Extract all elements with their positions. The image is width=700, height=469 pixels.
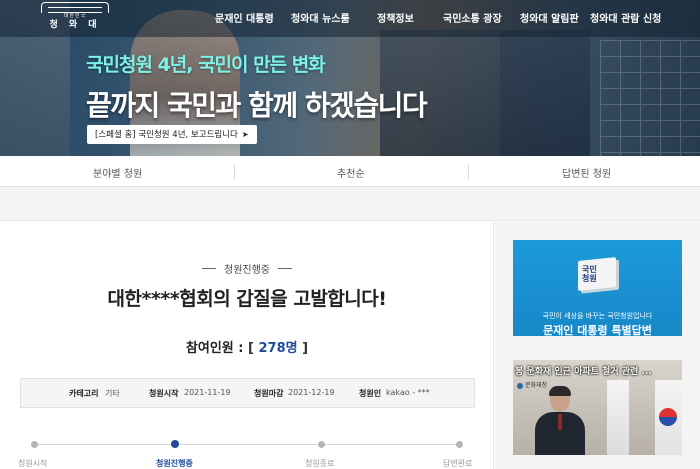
petition-tabs: 분야별 청원 추천순 답변된 청원 (0, 156, 700, 187)
special-home-button[interactable]: [스페셜 홈] 국민청원 4년, 보고드립니다 ➤ (87, 125, 257, 144)
tab-divider (468, 164, 469, 180)
status-dash (202, 268, 216, 269)
status-text: 청원진행중 (224, 265, 270, 276)
speaker-hair (549, 386, 571, 396)
progress-dot (31, 441, 38, 448)
nav-item-policy[interactable]: 정책정보 (377, 10, 414, 25)
end-date-label: 청원마감 (254, 389, 284, 398)
category-label: 카테고리 (69, 389, 99, 398)
hero-banner: 대한민국 청 와 대 문재인 대통령 청와대 뉴스룸 정책정보 국민소통 광장 … (0, 0, 700, 156)
petition-progress: 청원시작 청원진행중 청원종료 답변완료 (0, 434, 494, 469)
nav-item-newsroom[interactable]: 청와대 뉴스룸 (291, 10, 350, 25)
progress-line (34, 444, 460, 445)
start-date-label: 청원시작 (149, 389, 179, 398)
cursor-arrow-icon: ➤ (241, 130, 249, 139)
banner-title: 문재인 대통령 특별답변 (543, 324, 652, 336)
hero-title: 끝까지 국민과 함께 하겠습니다 (86, 89, 428, 122)
progress-label: 청원진행중 (156, 459, 193, 468)
special-home-label: [스페셜 홈] 국민청원 4년, 보고드립니다 (95, 130, 238, 140)
nav-item-president[interactable]: 문재인 대통령 (215, 10, 274, 25)
nav-item-communication[interactable]: 국민소통 광장 (443, 10, 502, 25)
tab-by-category[interactable]: 분야별 청원 (93, 165, 142, 180)
petition-status: 청원진행중 (0, 258, 494, 277)
korean-flag-icon (655, 380, 682, 455)
flag-icon (607, 380, 629, 455)
status-dash (278, 268, 292, 269)
progress-dot (318, 441, 325, 448)
category-value: 기타 (105, 389, 120, 398)
hero-subtitle: 국민청원 4년, 국민이 만든 변화 (86, 54, 326, 76)
count-bracket: ] (297, 341, 309, 356)
spacer-band (0, 187, 700, 221)
participant-count: 참여인원 : [ 278명 ] (0, 337, 494, 356)
progress-dot (171, 440, 179, 448)
nav-item-tour[interactable]: 청와대 관람 신청 (590, 10, 661, 25)
petition-detail: 청원진행중 대한****협회의 갑질을 고발합니다! 참여인원 : [ 278명… (0, 222, 494, 469)
petition-info-box: 카테고리 기타 청원시작 2021-11-19 청원마감 2021-12-19 … (20, 378, 475, 408)
tab-recommended[interactable]: 추천순 (337, 165, 365, 180)
author-label: 청원인 (359, 389, 382, 398)
speaker-figure (531, 386, 589, 455)
tab-answered[interactable]: 답변된 청원 (562, 165, 611, 180)
count-bracket: [ (248, 341, 259, 356)
tab-divider (234, 164, 235, 180)
progress-label: 청원시작 (18, 459, 48, 468)
progress-label: 답변완료 (443, 459, 473, 468)
speaker-tie (558, 414, 562, 430)
count-value: 278명 (258, 341, 298, 356)
special-answer-banner[interactable]: 국민 청원 국민이 세상을 바꾸는 국민청원입니다 문재인 대통령 특별답변 (513, 240, 682, 336)
start-date-value: 2021-11-19 (184, 388, 231, 397)
ballot-box-icon: 국민 청원 (572, 253, 620, 293)
sidebar: 국민 청원 국민이 세상을 바꾸는 국민청원입니다 문재인 대통령 특별답변 봉 … (495, 222, 700, 469)
author-value: kakao - *** (386, 388, 430, 397)
banner-caption: 국민이 세상을 바꾸는 국민청원입니다 (542, 312, 653, 320)
progress-dot (456, 441, 463, 448)
video-caption: 봉 문화재 인근 아파트 철거 관련 ... (515, 367, 652, 377)
video-thumbnail[interactable]: 봉 문화재 인근 아파트 철거 관련 ... 문화재청 (513, 360, 682, 455)
video-org: 문화재청 (517, 380, 547, 389)
end-date-value: 2021-12-19 (288, 388, 335, 397)
count-label: 참여인원 : (185, 341, 249, 356)
progress-label: 청원종료 (305, 459, 335, 468)
ballot-box-text: 국민 청원 (582, 265, 597, 283)
nav-item-notice[interactable]: 청와대 알림판 (520, 10, 579, 25)
global-navigation: 문재인 대통령 청와대 뉴스룸 정책정보 국민소통 광장 청와대 알림판 청와대… (0, 10, 700, 26)
petition-title: 대한****협회의 갑질을 고발합니다! (107, 288, 387, 310)
